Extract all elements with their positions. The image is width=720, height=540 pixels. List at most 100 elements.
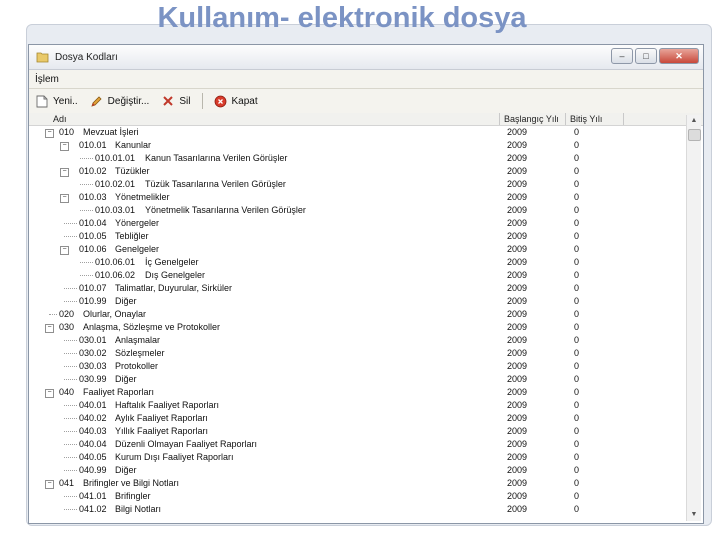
tree-connector: [64, 340, 77, 342]
table-row[interactable]: 030.02 Sözleşmeler 2009 0: [29, 347, 685, 360]
row-start-year: 2009: [507, 244, 528, 254]
row-name: Anlaşmalar: [115, 335, 161, 345]
row-start-year: 2009: [507, 270, 528, 280]
delete-button-label: Sil: [179, 95, 191, 107]
table-row[interactable]: 010.04 Yönergeler 2009 0: [29, 217, 685, 230]
row-name: Brifingler ve Bilgi Notları: [83, 478, 180, 488]
header-name[interactable]: Adı: [53, 113, 67, 125]
row-start-year: 2009: [507, 192, 528, 202]
tree-collapse-icon[interactable]: −: [45, 480, 54, 489]
tree-connector: [64, 353, 77, 355]
table-row[interactable]: − 010.02 Tüzükler 2009 0: [29, 165, 685, 178]
table-row[interactable]: 041.02 Bilgi Notları 2009 0: [29, 503, 685, 516]
table-row[interactable]: 010.05 Tebliğler 2009 0: [29, 230, 685, 243]
delete-button[interactable]: Sil: [161, 94, 190, 108]
row-start-year: 2009: [507, 283, 528, 293]
row-code: 040.01: [79, 400, 107, 410]
close-window-button[interactable]: ✕: [659, 48, 699, 64]
table-row[interactable]: 010.06.02 Dış Genelgeler 2009 0: [29, 269, 685, 282]
table-row[interactable]: 040.02 Aylık Faaliyet Raporları 2009 0: [29, 412, 685, 425]
table-row[interactable]: 010.03.01 Yönetmelik Tasarılarına Verilen…: [29, 204, 685, 217]
row-end-year: 0: [574, 218, 580, 228]
edit-button[interactable]: Değiştir...: [90, 94, 149, 108]
table-row[interactable]: 010.06.01 İç Genelgeler 2009 0: [29, 256, 685, 269]
row-end-year: 0: [574, 452, 580, 462]
table-row[interactable]: 041.01 Brifingler 2009 0: [29, 490, 685, 503]
row-name: Olurlar, Onaylar: [83, 309, 147, 319]
vertical-scrollbar[interactable]: ▲ ▼: [686, 115, 701, 521]
row-name: Anlaşma, Sözleşme ve Protokoller: [83, 322, 221, 332]
table-row[interactable]: 040.03 Yıllık Faaliyet Raporları 2009 0: [29, 425, 685, 438]
tree-collapse-icon[interactable]: −: [45, 324, 54, 333]
table-row[interactable]: 040.01 Haftalık Faaliyet Raporları 2009 0: [29, 399, 685, 412]
tree-connector: [64, 444, 77, 446]
row-end-year: 0: [574, 504, 580, 514]
minimize-button[interactable]: –: [611, 48, 633, 64]
tree-connector: [64, 470, 77, 472]
row-start-year: 2009: [507, 439, 528, 449]
table-row[interactable]: 010.02.01 Tüzük Tasarılarına Verilen Görü…: [29, 178, 685, 191]
row-name: Diğer: [115, 296, 137, 306]
row-start-year: 2009: [507, 400, 528, 410]
table-row[interactable]: −041 Brifingler ve Bilgi Notları 2009 0: [29, 477, 685, 490]
row-code: 010.06.02: [95, 270, 136, 280]
scroll-up-icon[interactable]: ▲: [688, 115, 700, 127]
tree-connector: [80, 210, 93, 212]
close-button[interactable]: Kapat: [213, 94, 258, 108]
scroll-thumb[interactable]: [688, 129, 701, 141]
row-code: 030.01: [79, 335, 107, 345]
row-start-year: 2009: [507, 452, 528, 462]
table-row[interactable]: 030.99 Diğer 2009 0: [29, 373, 685, 386]
table-row[interactable]: 010.99 Diğer 2009 0: [29, 295, 685, 308]
table-row[interactable]: 040.99 Diğer 2009 0: [29, 464, 685, 477]
row-end-year: 0: [574, 335, 580, 345]
tree-collapse-icon[interactable]: −: [60, 142, 69, 151]
table-row[interactable]: 040.04 Düzenli Olmayan Faaliyet Raporları…: [29, 438, 685, 451]
row-start-year: 2009: [507, 387, 528, 397]
row-code: 010: [59, 127, 75, 137]
row-start-year: 2009: [507, 322, 528, 332]
tree-collapse-icon[interactable]: −: [60, 246, 69, 255]
table-row[interactable]: − 010.06 Genelgeler 2009 0: [29, 243, 685, 256]
row-name: Kanunlar: [115, 140, 152, 150]
table-row[interactable]: −030 Anlaşma, Sözleşme ve Protokoller 2009…: [29, 321, 685, 334]
row-start-year: 2009: [507, 153, 528, 163]
table-row[interactable]: 040.05 Kurum Dışı Faaliyet Raporları 2009 0: [29, 451, 685, 464]
header-end-year[interactable]: Bitiş Yılı: [570, 113, 602, 125]
menu-islem[interactable]: İşlem: [29, 74, 65, 85]
file-code-tree-grid: Adı Başlangıç Yılı Bitiş Yılı −010 Mevzua…: [29, 113, 703, 523]
row-end-year: 0: [574, 400, 580, 410]
table-row[interactable]: 030.01 Anlaşmalar 2009 0: [29, 334, 685, 347]
pencil-icon: [90, 94, 104, 108]
scroll-down-icon[interactable]: ▼: [688, 509, 700, 521]
maximize-button[interactable]: □: [635, 48, 657, 64]
table-row[interactable]: − 010.01 Kanunlar 2009 0: [29, 139, 685, 152]
table-row[interactable]: − 010.03 Yönetmelikler 2009 0: [29, 191, 685, 204]
row-start-year: 2009: [507, 205, 528, 215]
table-row[interactable]: 020 Olurlar, Onaylar 2009 0: [29, 308, 685, 321]
row-name: İç Genelgeler: [145, 257, 199, 267]
row-start-year: 2009: [507, 504, 528, 514]
row-name: Yönetmelikler: [115, 192, 170, 202]
row-end-year: 0: [574, 127, 580, 137]
table-row[interactable]: 010.07 Talimatlar, Duyurular, Sirküler 200…: [29, 282, 685, 295]
row-start-year: 2009: [507, 478, 528, 488]
table-row[interactable]: 030.03 Protokoller 2009 0: [29, 360, 685, 373]
tree-collapse-icon[interactable]: −: [45, 129, 54, 138]
table-row[interactable]: 010.01.01 Kanun Tasarılarına Verilen Görü…: [29, 152, 685, 165]
tree-connector: [49, 314, 57, 316]
header-divider: [565, 113, 566, 125]
row-code: 040: [59, 387, 75, 397]
tree-collapse-icon[interactable]: −: [60, 194, 69, 203]
row-end-year: 0: [574, 387, 580, 397]
tree-collapse-icon[interactable]: −: [60, 168, 69, 177]
table-row[interactable]: −040 Faaliyet Raporları 2009 0: [29, 386, 685, 399]
window-controls: – □ ✕: [611, 48, 699, 64]
tree-connector: [64, 418, 77, 420]
table-row[interactable]: −010 Mevzuat İşleri 2009 0: [29, 126, 685, 139]
tree-rows: −010 Mevzuat İşleri 2009 0−010.01 Kanunlar 20…: [29, 126, 685, 516]
header-start-year[interactable]: Başlangıç Yılı: [504, 113, 559, 125]
row-code: 010.06.01: [95, 257, 136, 267]
new-button[interactable]: Yeni..: [35, 94, 78, 108]
tree-collapse-icon[interactable]: −: [45, 389, 54, 398]
